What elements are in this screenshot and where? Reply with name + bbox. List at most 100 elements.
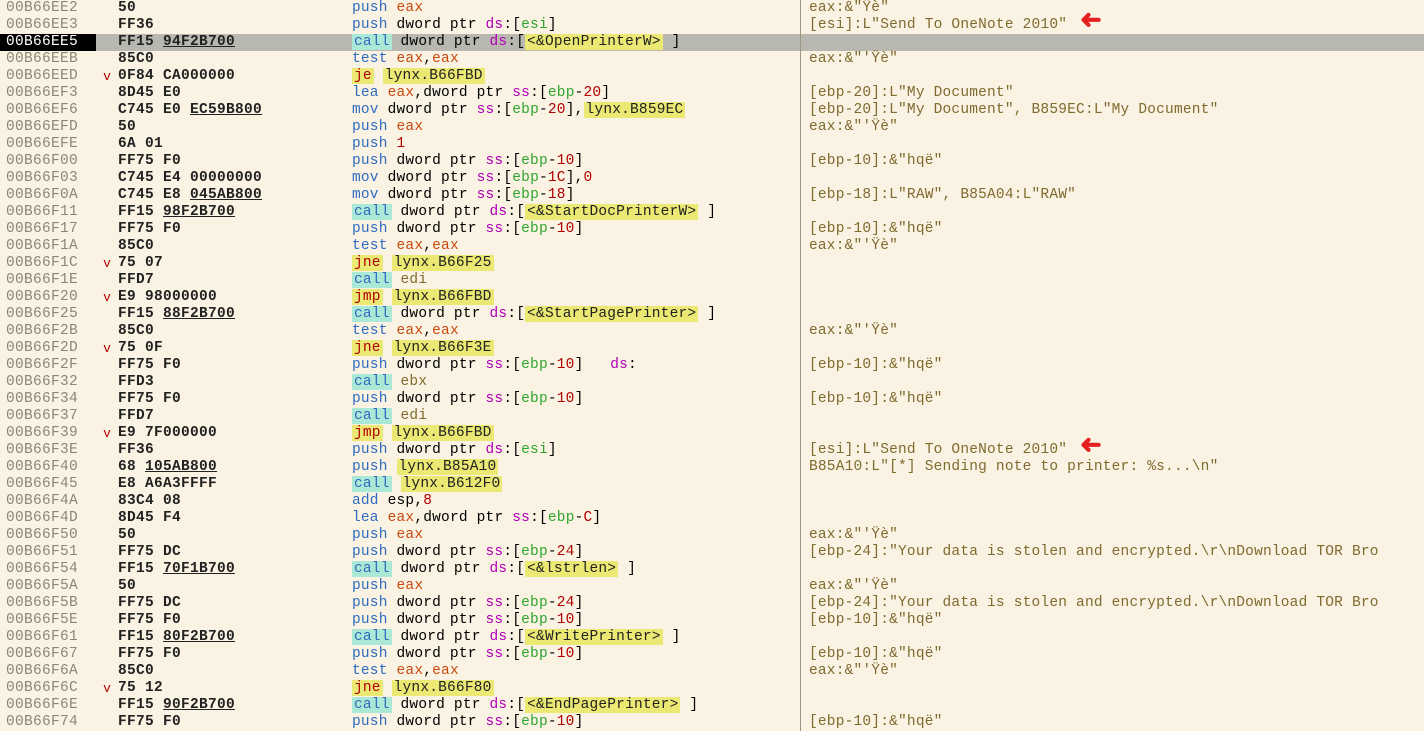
bytes-cell: E8 A6A3FFFF [118,476,350,493]
disassembly-cell: jmp lynx.B66FBD [350,289,800,306]
disasm-row[interactable]: 00B66F3EFF36push dword ptr ds:[esi][esi]… [0,442,1424,459]
address-cell: 00B66EFE [0,136,96,153]
disasm-row[interactable]: 00B66F6Cv75 12jne lynx.B66F80 [0,680,1424,697]
disasm-row[interactable]: 00B66EFD50push eaxeax:&"'Ÿè" [0,119,1424,136]
disasm-row[interactable]: 00B66EF38D45 E0lea eax,dword ptr ss:[ebp… [0,85,1424,102]
comment-cell [801,170,1424,187]
jump-arrow-icon [96,612,118,629]
bytes-cell: C745 E0 EC59B800 [118,102,350,119]
comment-cell [801,204,1424,221]
comment-cell: B85A10:L"[*] Sending note to printer: %s… [801,459,1424,476]
address-cell: 00B66F17 [0,221,96,238]
comment-cell [801,289,1424,306]
disasm-row[interactable]: 00B66F6EFF15 90F2B700call dword ptr ds:[… [0,697,1424,714]
disasm-row[interactable]: 00B66EE250push eaxeax:&"Ÿè" [0,0,1424,17]
jump-arrow-icon: v [96,680,118,697]
disasm-row[interactable]: 00B66F0AC745 E8 045AB800mov dword ptr ss… [0,187,1424,204]
disasm-row[interactable]: 00B66F67FF75 F0push dword ptr ss:[ebp-10… [0,646,1424,663]
disassembly-cell: je lynx.B66FBD [350,68,800,85]
bytes-cell: 85C0 [118,51,350,68]
disassembly-listing[interactable]: 00B66EE250push eaxeax:&"Ÿè"00B66EE3FF36p… [0,0,1424,731]
disassembly-cell: call dword ptr ds:[<&StartDocPrinterW> ] [350,204,800,221]
annotation-arrow-icon [1080,438,1102,455]
disasm-row[interactable]: 00B66F1A85C0test eax,eaxeax:&"'Ÿè" [0,238,1424,255]
disasm-row[interactable]: 00B66F20vE9 98000000jmp lynx.B66FBD [0,289,1424,306]
disassembly-cell: push dword ptr ss:[ebp-24] [350,595,800,612]
disasm-row[interactable]: 00B66EE3FF36push dword ptr ds:[esi][esi]… [0,17,1424,34]
disasm-row[interactable]: 00B66F4068 105AB800push lynx.B85A10B85A1… [0,459,1424,476]
comment-cell: [ebp-10]:&"hqë" [801,221,1424,238]
address-cell: 00B66F39 [0,425,96,442]
disasm-row[interactable]: 00B66F5EFF75 F0push dword ptr ss:[ebp-10… [0,612,1424,629]
disasm-row[interactable]: 00B66F39vE9 7F000000jmp lynx.B66FBD [0,425,1424,442]
comment-cell: [esi]:L"Send To OneNote 2010" [801,17,1424,34]
disasm-row[interactable]: 00B66F25FF15 88F2B700call dword ptr ds:[… [0,306,1424,323]
disasm-row[interactable]: 00B66F1EFFD7call edi [0,272,1424,289]
address-cell: 00B66F00 [0,153,96,170]
address-cell: 00B66F40 [0,459,96,476]
disassembly-cell: call edi [350,272,800,289]
disasm-row[interactable]: 00B66F11FF15 98F2B700call dword ptr ds:[… [0,204,1424,221]
comment-cell [801,408,1424,425]
address-cell: 00B66F03 [0,170,96,187]
disasm-row[interactable]: 00B66EEDv0F84 CA000000je lynx.B66FBD [0,68,1424,85]
jump-arrow-icon [96,493,118,510]
disasm-row[interactable]: 00B66F03C745 E4 00000000mov dword ptr ss… [0,170,1424,187]
disasm-row[interactable]: 00B66F37FFD7call edi [0,408,1424,425]
jump-arrow-icon [96,187,118,204]
disasm-row[interactable]: 00B66F34FF75 F0push dword ptr ss:[ebp-10… [0,391,1424,408]
disasm-row[interactable]: 00B66EFE6A 01push 1 [0,136,1424,153]
address-cell: 00B66EED [0,68,96,85]
disasm-row[interactable]: 00B66F2FFF75 F0push dword ptr ss:[ebp-10… [0,357,1424,374]
disasm-row[interactable]: 00B66F5A50push eaxeax:&"'Ÿè" [0,578,1424,595]
bytes-cell: FF75 F0 [118,391,350,408]
disassembly-cell: push dword ptr ds:[esi] [350,17,800,34]
disasm-row[interactable]: 00B66F4A83C4 08add esp,8 [0,493,1424,510]
disasm-row[interactable]: 00B66F51FF75 DCpush dword ptr ss:[ebp-24… [0,544,1424,561]
bytes-cell: FF36 [118,442,350,459]
address-cell: 00B66F25 [0,306,96,323]
address-cell: 00B66EE5 [0,34,96,51]
jump-arrow-icon [96,527,118,544]
disasm-row[interactable]: 00B66F74FF75 F0push dword ptr ss:[ebp-10… [0,714,1424,731]
disasm-row[interactable]: 00B66F61FF15 80F2B700call dword ptr ds:[… [0,629,1424,646]
disasm-row[interactable]: 00B66F5050push eaxeax:&"'Ÿè" [0,527,1424,544]
disasm-row[interactable]: 00B66F2B85C0test eax,eaxeax:&"'Ÿè" [0,323,1424,340]
disassembly-cell: push 1 [350,136,800,153]
jump-arrow-icon [96,119,118,136]
bytes-cell: 50 [118,578,350,595]
disassembly-cell: mov dword ptr ss:[ebp-18] [350,187,800,204]
comment-cell: [ebp-10]:&"hqë" [801,612,1424,629]
jump-arrow-icon [96,459,118,476]
jump-arrow-icon [96,561,118,578]
disassembly-cell: jne lynx.B66F25 [350,255,800,272]
comment-cell [801,697,1424,714]
disasm-row[interactable]: 00B66F17FF75 F0push dword ptr ss:[ebp-10… [0,221,1424,238]
bytes-cell: FF75 F0 [118,612,350,629]
disassembly-cell: push eax [350,0,800,17]
address-cell: 00B66F0A [0,187,96,204]
disasm-row[interactable]: 00B66F1Cv75 07jne lynx.B66F25 [0,255,1424,272]
disasm-row[interactable]: 00B66F54FF15 70F1B700call dword ptr ds:[… [0,561,1424,578]
comment-cell: eax:&"'Ÿè" [801,663,1424,680]
disasm-row[interactable]: 00B66EEB85C0test eax,eaxeax:&"'Ÿè" [0,51,1424,68]
disasm-row[interactable]: 00B66F6A85C0test eax,eaxeax:&"'Ÿè" [0,663,1424,680]
disasm-row[interactable]: 00B66F00FF75 F0push dword ptr ss:[ebp-10… [0,153,1424,170]
bytes-cell: 85C0 [118,238,350,255]
comment-cell: eax:&"'Ÿè" [801,323,1424,340]
disassembly-cell: call edi [350,408,800,425]
comment-cell: eax:&"Ÿè" [801,0,1424,17]
comment-cell [801,255,1424,272]
disasm-row[interactable]: 00B66F2Dv75 0Fjne lynx.B66F3E [0,340,1424,357]
disasm-row[interactable]: 00B66F45E8 A6A3FFFFcall lynx.B612F0 [0,476,1424,493]
disasm-row[interactable]: 00B66EF6C745 E0 EC59B800mov dword ptr ss… [0,102,1424,119]
jump-arrow-icon [96,476,118,493]
disasm-row[interactable]: 00B66F32FFD3call ebx [0,374,1424,391]
address-cell: 00B66F3E [0,442,96,459]
disasm-row[interactable]: 00B66EE5FF15 94F2B700call dword ptr ds:[… [0,34,1424,51]
bytes-cell: FF75 F0 [118,357,350,374]
bytes-cell: E9 7F000000 [118,425,350,442]
disasm-row[interactable]: 00B66F4D8D45 F4lea eax,dword ptr ss:[ebp… [0,510,1424,527]
disasm-row[interactable]: 00B66F5BFF75 DCpush dword ptr ss:[ebp-24… [0,595,1424,612]
comment-cell: [esi]:L"Send To OneNote 2010" [801,442,1424,459]
